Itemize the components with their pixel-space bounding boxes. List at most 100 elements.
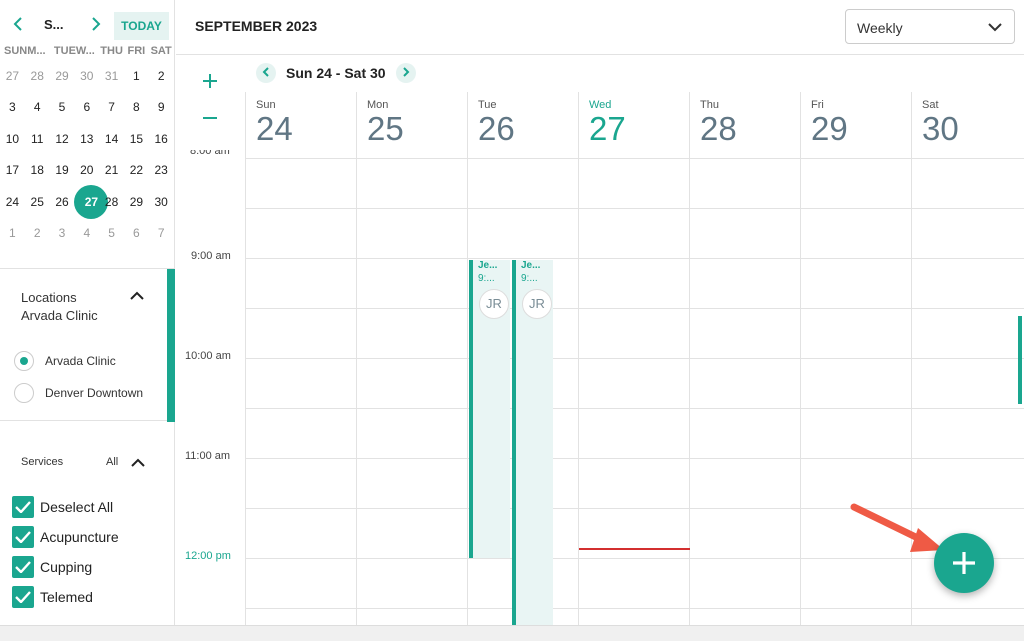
mini-calendar-day[interactable]: 1 xyxy=(0,226,25,240)
mini-calendar-day[interactable]: 29 xyxy=(124,195,149,209)
mini-calendar-day[interactable]: 30 xyxy=(74,69,99,83)
add-appointment-button[interactable] xyxy=(934,533,994,593)
chevron-up-icon[interactable] xyxy=(130,291,144,301)
mini-calendar-day[interactable]: 8 xyxy=(124,100,149,114)
mini-calendar-day[interactable]: 2 xyxy=(25,226,50,240)
chevron-left-icon xyxy=(262,67,269,77)
day-of-month: 24 xyxy=(256,110,293,147)
mini-calendar-day[interactable]: 6 xyxy=(124,226,149,240)
grid-line xyxy=(467,159,468,625)
mini-calendar-day[interactable]: 25 xyxy=(25,195,50,209)
chevron-up-icon[interactable] xyxy=(131,458,145,468)
mini-calendar-day[interactable]: 14 xyxy=(99,132,124,146)
mini-calendar-day-selected[interactable]: 27 xyxy=(74,184,109,219)
avatar: JR xyxy=(479,289,509,319)
appointment-event[interactable]: Je... 9:... JR xyxy=(469,260,510,558)
day-of-month: 28 xyxy=(700,110,737,147)
mini-calendar-day[interactable]: 7 xyxy=(99,100,124,114)
zoom-in-button[interactable] xyxy=(198,71,222,95)
window-bottom-edge xyxy=(0,625,1024,641)
mini-calendar-day[interactable]: 30 xyxy=(149,195,174,209)
mini-calendar-day-label: 19 xyxy=(55,163,69,178)
mini-calendar-day[interactable]: 11 xyxy=(25,132,50,146)
locations-title: Locations xyxy=(21,290,77,305)
day-header-tue[interactable]: Tue 26 xyxy=(467,92,578,159)
mini-calendar-day[interactable]: 29 xyxy=(50,69,75,83)
mini-calendar-day[interactable]: 23 xyxy=(149,163,174,177)
services-header: Services All xyxy=(21,455,171,475)
zoom-out-button[interactable] xyxy=(198,108,222,132)
mini-calendar-day[interactable]: 31 xyxy=(99,69,124,83)
mini-calendar-day-label: 7 xyxy=(108,100,115,115)
location-option-arvada-clinic[interactable]: Arvada Clinic xyxy=(14,350,116,372)
location-option-denver-downtown[interactable]: Denver Downtown xyxy=(14,382,143,404)
service-checkbox-deselect-all[interactable]: Deselect All xyxy=(12,496,113,518)
day-header-mon[interactable]: Mon 25 xyxy=(356,92,467,159)
day-header-wed[interactable]: Wed 27 xyxy=(578,92,689,159)
scrollbar-thumb[interactable] xyxy=(1018,316,1022,404)
mini-calendar-week-row: 24 25 26 27 28 29 30 xyxy=(0,184,175,219)
week-prev-button[interactable] xyxy=(256,63,276,83)
service-checkbox-acupuncture[interactable]: Acupuncture xyxy=(12,526,119,548)
appointment-event[interactable]: Je... 9:... JR xyxy=(512,260,553,625)
week-next-button[interactable] xyxy=(395,63,416,83)
view-select[interactable]: Weekly xyxy=(845,9,1015,44)
mini-calendar-day[interactable]: 26 xyxy=(50,195,75,209)
day-header-sun[interactable]: Sun 24 xyxy=(245,92,356,159)
day-of-month: 30 xyxy=(922,110,959,147)
day-header-thu[interactable]: Thu 28 xyxy=(689,92,800,159)
mini-calendar-day[interactable]: 27 xyxy=(0,69,25,83)
mini-calendar-day-label: 30 xyxy=(154,194,168,209)
mini-calendar-day[interactable]: 12 xyxy=(50,132,75,146)
page-title: SEPTEMBER 2023 xyxy=(195,18,318,34)
location-option-label: Arvada Clinic xyxy=(45,354,116,368)
mini-calendar-weekday: THU xyxy=(100,45,123,57)
mini-calendar-day[interactable]: 22 xyxy=(124,163,149,177)
mini-calendar-day[interactable]: 6 xyxy=(74,100,99,114)
mini-calendar-day[interactable]: 4 xyxy=(25,100,50,114)
mini-calendar-day[interactable]: 3 xyxy=(0,100,25,114)
mini-calendar-day[interactable]: 2 xyxy=(149,69,174,83)
mini-calendar-day[interactable]: 17 xyxy=(0,163,25,177)
mini-calendar-day[interactable]: 10 xyxy=(0,132,25,146)
mini-calendar-day[interactable]: 13 xyxy=(74,132,99,146)
service-checkbox-telemed[interactable]: Telemed xyxy=(12,586,93,608)
mini-calendar-day-label: 16 xyxy=(154,131,168,146)
locations-selected: Arvada Clinic xyxy=(21,308,98,323)
mini-calendar-day[interactable]: 1 xyxy=(124,69,149,83)
mini-calendar-day[interactable]: 19 xyxy=(50,163,75,177)
time-label-9am: 9:00 am xyxy=(191,250,231,262)
mini-calendar-day[interactable]: 28 xyxy=(99,195,124,209)
day-header-sat[interactable]: Sat 30 xyxy=(911,92,1024,159)
mini-calendar-weekday: SUNM... xyxy=(4,45,46,57)
service-checkbox-cupping[interactable]: Cupping xyxy=(12,556,92,578)
mini-calendar-day[interactable]: 28 xyxy=(25,69,50,83)
mini-calendar-day[interactable]: 16 xyxy=(149,132,174,146)
day-header-fri[interactable]: Fri 29 xyxy=(800,92,911,159)
mini-calendar-day[interactable]: 24 xyxy=(0,195,25,209)
mini-calendar-day-label: 11 xyxy=(30,131,44,146)
mini-calendar-day[interactable]: 9 xyxy=(149,100,174,114)
chevron-right-icon xyxy=(402,67,410,77)
grid-line xyxy=(245,159,246,625)
mini-calendar-week-row: 17 18 19 20 21 22 23 xyxy=(0,155,175,187)
mini-calendar-day[interactable]: 18 xyxy=(25,163,50,177)
mini-calendar-day[interactable]: 21 xyxy=(99,163,124,177)
today-button[interactable]: TODAY xyxy=(114,12,169,40)
mini-calendar-day[interactable]: 5 xyxy=(50,100,75,114)
mini-calendar-day-label: 23 xyxy=(154,163,168,178)
service-label: Deselect All xyxy=(40,499,114,515)
mini-calendar-day[interactable]: 15 xyxy=(124,132,149,146)
mini-calendar-day[interactable]: 3 xyxy=(50,226,75,240)
mini-calendar-prev-button[interactable] xyxy=(8,14,28,38)
week-navigation: Sun 24 - Sat 30 xyxy=(256,62,416,84)
mini-calendar-day[interactable]: 4 xyxy=(74,226,99,240)
mini-calendar-month-label[interactable]: S... xyxy=(44,17,64,32)
day-of-month: 29 xyxy=(811,110,848,147)
mini-calendar-day[interactable]: 7 xyxy=(149,226,174,240)
mini-calendar-next-button[interactable] xyxy=(86,14,106,38)
services-all-label: All xyxy=(106,456,119,468)
mini-calendar-day-label: 21 xyxy=(104,163,119,178)
mini-calendar-day[interactable]: 20 xyxy=(74,163,99,177)
mini-calendar-day[interactable]: 5 xyxy=(99,226,124,240)
